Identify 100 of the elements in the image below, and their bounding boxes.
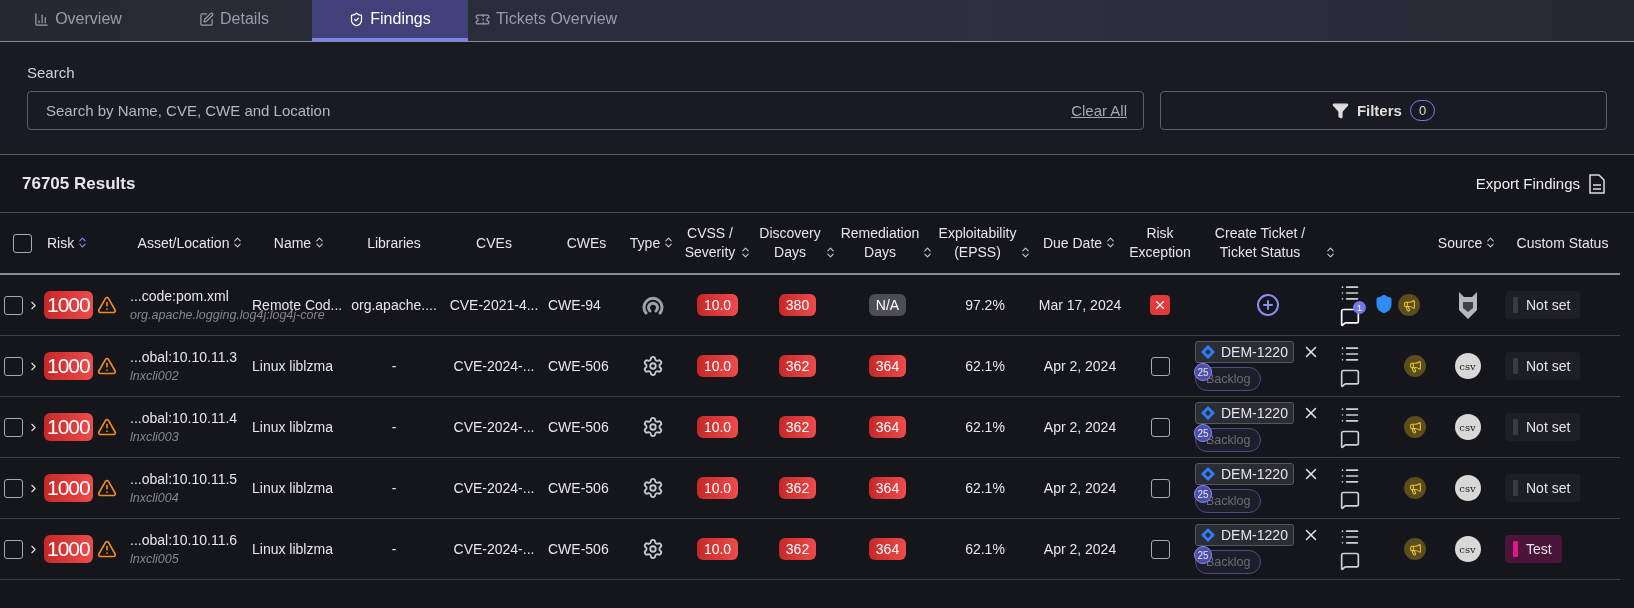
comment-icon[interactable] — [1340, 368, 1360, 388]
megaphone-icon — [1404, 538, 1426, 560]
row-checkbox[interactable] — [4, 539, 23, 559]
warning-icon — [96, 356, 117, 376]
column-header[interactable]: Due Date — [1042, 233, 1103, 253]
tab[interactable]: Tickets Overview — [468, 0, 624, 41]
list-panel-icon[interactable] — [1340, 527, 1360, 547]
risk-exception-checkbox[interactable] — [1150, 478, 1170, 498]
comment-icon[interactable] — [1340, 429, 1360, 449]
ticket-id: DEM-1220 — [1221, 344, 1288, 360]
row-checkbox[interactable] — [4, 295, 23, 315]
cvss-score: 10.0 — [696, 416, 739, 438]
ticket-chip[interactable]: DEM-1220 — [1195, 463, 1294, 485]
ticket-chip[interactable]: DEM-1220 — [1195, 341, 1294, 363]
tab[interactable]: Overview — [0, 0, 156, 41]
column-header[interactable]: Asset/Location — [137, 233, 230, 253]
epss-value: 62.1% — [965, 419, 1005, 435]
list-panel-icon[interactable] — [1340, 466, 1360, 486]
libraries-text: - — [391, 480, 397, 496]
ticket-chip[interactable]: DEM-1220 — [1195, 402, 1294, 424]
remediation-days: 364 — [868, 538, 907, 560]
shield-icon — [349, 11, 365, 27]
risk-score: 1000 — [44, 535, 93, 563]
asset-location: ...code:pom.xml — [130, 288, 230, 304]
status-label: Test — [1526, 541, 1552, 557]
row-checkbox[interactable] — [4, 417, 23, 437]
comment-icon[interactable] — [1340, 551, 1360, 571]
cwe-text: CWE-506 — [548, 480, 609, 496]
sort-icon[interactable] — [824, 245, 837, 259]
status-label: Not set — [1526, 480, 1571, 496]
custom-status-tag[interactable]: Test — [1505, 535, 1562, 563]
custom-status-tag[interactable]: Not set — [1505, 352, 1581, 380]
cve-text: CVE-2021-4... — [449, 297, 539, 313]
cwe-text: CWE-94 — [548, 297, 601, 313]
add-ticket-icon[interactable] — [1255, 293, 1280, 317]
column-header[interactable]: Name — [273, 233, 312, 253]
asset-detail: lnxcli005 — [130, 552, 180, 566]
risk-exception-checkbox[interactable] — [1150, 295, 1170, 315]
finding-name: Linux liblzma — [252, 480, 333, 496]
comment-icon[interactable] — [1340, 490, 1360, 510]
filters-button[interactable]: Filters 0 — [1160, 91, 1607, 130]
column-header: Custom Status — [1516, 233, 1609, 253]
cve-text: CVE-2024-... — [453, 358, 535, 374]
select-all-checkbox[interactable] — [12, 233, 32, 253]
due-date: Apr 2, 2024 — [1043, 358, 1117, 374]
cve-text: CVE-2024-... — [453, 541, 535, 557]
column-header[interactable]: Discovery Days — [758, 224, 822, 262]
gear-icon — [641, 477, 664, 499]
clear-all-link[interactable]: Clear All — [1071, 102, 1127, 119]
sort-icon[interactable] — [739, 245, 752, 259]
gear-icon — [641, 538, 664, 560]
custom-status-tag[interactable]: Not set — [1505, 413, 1581, 441]
risk-exception-checkbox[interactable] — [1150, 539, 1170, 559]
libraries-text: org.apache.... — [351, 297, 437, 313]
column-header[interactable]: Exploitability (EPSS) — [938, 224, 1017, 262]
megaphone-icon — [1398, 294, 1420, 316]
tab[interactable]: Findings — [312, 0, 468, 41]
asset-location: ...obal:10.10.11.4 — [130, 410, 238, 426]
remediation-days: N/A — [868, 294, 907, 316]
list-panel-icon[interactable] — [1340, 405, 1360, 425]
cwe-text: CWE-506 — [548, 419, 609, 435]
remediation-days: 364 — [868, 477, 907, 499]
column-header: Risk Exception — [1128, 224, 1192, 262]
custom-status-tag[interactable]: Not set — [1505, 291, 1581, 319]
column-header[interactable]: CVSS / Severity — [683, 224, 737, 262]
status-label: Not set — [1526, 297, 1571, 313]
list-panel-icon[interactable] — [1340, 344, 1360, 364]
warning-icon — [96, 539, 117, 559]
chart-icon — [34, 11, 50, 27]
column-header: CWEs — [566, 233, 607, 253]
funnel-icon — [1331, 102, 1349, 119]
column-header[interactable]: Remediation Days — [840, 224, 920, 262]
column-header[interactable]: Risk — [47, 233, 75, 253]
custom-status-tag[interactable]: Not set — [1505, 474, 1581, 502]
warning-icon — [96, 417, 117, 437]
risk-exception-checkbox[interactable] — [1150, 417, 1170, 437]
search-label: Search — [27, 64, 76, 81]
ticket-icon — [474, 11, 490, 27]
asset-detail: lnxcli003 — [130, 430, 180, 444]
column-header[interactable]: Type — [629, 233, 661, 253]
row-checkbox[interactable] — [4, 356, 23, 376]
export-findings-link[interactable]: Export Findings — [1475, 173, 1606, 194]
row-checkbox[interactable] — [4, 478, 23, 498]
list-panel-icon[interactable] — [1340, 283, 1360, 303]
search-field[interactable]: Search by Name, CVE, CWE and Location Clear All — [27, 91, 1144, 130]
tab[interactable]: Details — [156, 0, 312, 41]
discovery-days: 362 — [778, 416, 817, 438]
sort-icon[interactable] — [1324, 245, 1337, 259]
column-header[interactable]: Source — [1437, 233, 1483, 253]
risk-score: 1000 — [44, 474, 93, 502]
cvss-score: 10.0 — [696, 355, 739, 377]
risk-exception-checkbox[interactable] — [1150, 356, 1170, 376]
ticket-chip[interactable]: DEM-1220 — [1195, 524, 1294, 546]
epss-value: 62.1% — [965, 541, 1005, 557]
helmet-logo-icon — [1456, 290, 1479, 320]
epss-value: 62.1% — [965, 358, 1005, 374]
sort-icon[interactable] — [1019, 245, 1032, 259]
column-header[interactable]: Create Ticket / Ticket Status — [1198, 224, 1322, 262]
warning-icon — [96, 295, 117, 315]
discovery-days: 380 — [778, 294, 817, 316]
